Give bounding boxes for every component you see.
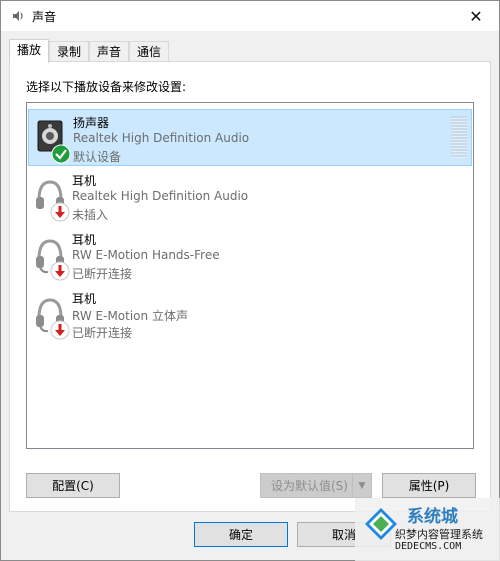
device-description: RW E-Motion Hands-Free xyxy=(72,248,220,262)
device-status: 已断开连接 xyxy=(72,326,133,340)
device-description: Realtek High Definition Audio xyxy=(73,131,250,145)
device-description: Realtek High Definition Audio xyxy=(72,189,249,203)
disconnected-arrow-icon xyxy=(50,320,70,340)
device-description: RW E-Motion 立体声 xyxy=(72,309,188,323)
device-item-stereo[interactable]: 耳机 RW E-Motion 立体声 已断开连接 xyxy=(28,286,472,343)
device-item-handsfree[interactable]: 耳机 RW E-Motion Hands-Free 已断开连接 xyxy=(28,227,472,284)
device-status: 未插入 xyxy=(72,208,109,222)
device-item-speaker[interactable]: 扬声器 Realtek High Definition Audio 默认设备 xyxy=(28,109,472,166)
playback-panel: 选择以下播放设备来修改设置: 扬声器 Realtek High Definiti… xyxy=(9,61,491,512)
device-name: 耳机 xyxy=(72,292,97,306)
properties-button[interactable]: 属性(P) xyxy=(382,473,476,498)
set-default-button[interactable]: 设为默认值(S) ▼ xyxy=(260,473,372,498)
tab-communications[interactable]: 通信 xyxy=(129,41,170,62)
device-name: 耳机 xyxy=(72,233,97,247)
device-list[interactable]: 扬声器 Realtek High Definition Audio 默认设备 耳… xyxy=(26,102,474,449)
chevron-down-icon[interactable]: ▼ xyxy=(352,474,371,497)
tab-playback[interactable]: 播放 xyxy=(9,39,50,63)
windows-logo-icon xyxy=(365,508,397,540)
disconnected-arrow-icon xyxy=(50,261,70,281)
tab-sounds[interactable]: 声音 xyxy=(89,41,130,62)
device-item-headphones[interactable]: 耳机 Realtek High Definition Audio 未插入 xyxy=(28,168,472,225)
sound-dialog: 声音 ✕ 播放 录制 声音 通信 选择以下播放设备来修改设置: 扬声器 Real… xyxy=(0,0,500,561)
watermark: 系统城 织梦内容管理系统 DEDECMS.COM xyxy=(355,498,500,561)
tab-strip: 播放 录制 声音 通信 xyxy=(9,39,170,63)
device-status: 默认设备 xyxy=(73,150,122,164)
instruction-text: 选择以下播放设备来修改设置: xyxy=(26,80,187,94)
window-title: 声音 xyxy=(32,10,57,24)
device-name: 扬声器 xyxy=(73,116,110,130)
volume-level-meter xyxy=(451,116,467,158)
device-name: 耳机 xyxy=(72,174,97,188)
default-check-icon xyxy=(51,144,71,164)
watermark-brand: 系统城 xyxy=(407,507,458,527)
close-button[interactable]: ✕ xyxy=(453,1,499,31)
device-status: 已断开连接 xyxy=(72,267,133,281)
speaker-icon xyxy=(13,11,23,21)
configure-button[interactable]: 配置(C) xyxy=(26,473,120,498)
ok-button[interactable]: 确定 xyxy=(194,522,288,547)
set-default-label: 设为默认值(S) xyxy=(271,479,348,493)
close-icon: ✕ xyxy=(469,6,483,26)
watermark-subtitle: 织梦内容管理系统 xyxy=(395,528,483,541)
title-bar[interactable]: 声音 ✕ xyxy=(1,1,499,31)
tab-recording[interactable]: 录制 xyxy=(49,41,90,62)
watermark-url: DEDECMS.COM xyxy=(395,541,462,552)
unplugged-arrow-icon xyxy=(50,202,70,222)
